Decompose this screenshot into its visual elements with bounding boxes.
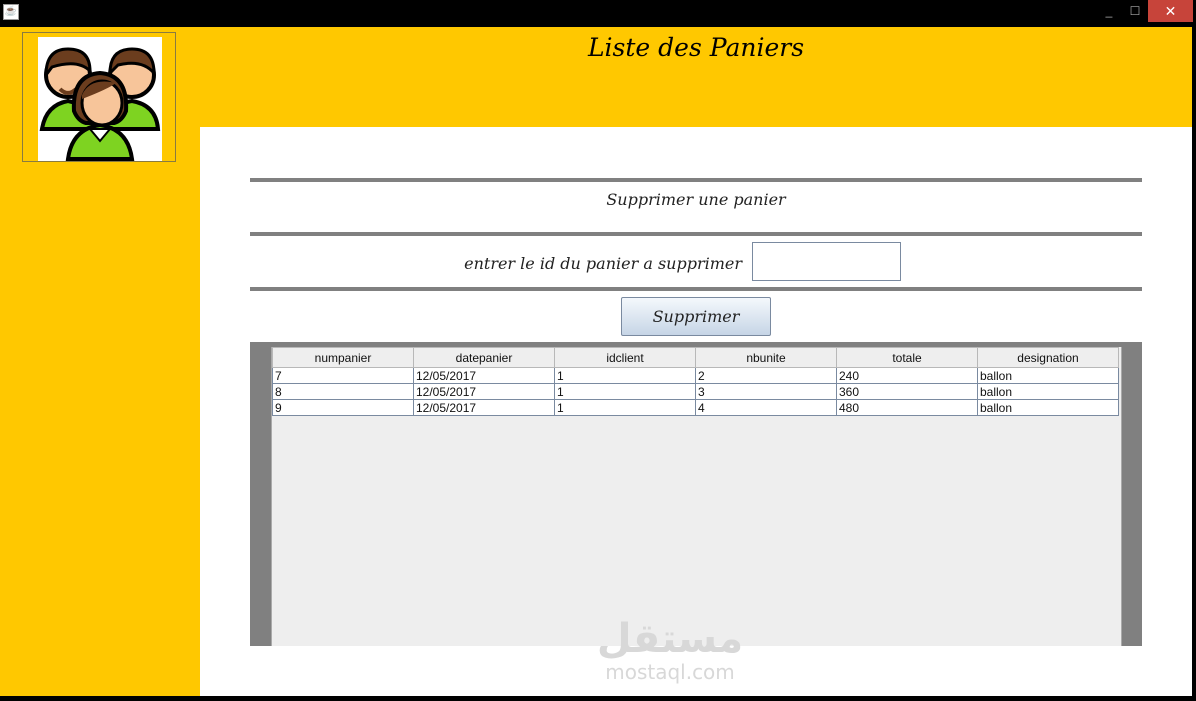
cell-designation[interactable]: ballon [977,367,1119,384]
column-header-designation[interactable]: designation [977,347,1119,368]
cell-designation[interactable]: ballon [977,383,1119,400]
cell-datepanier[interactable]: 12/05/2017 [413,399,555,416]
window-titlebar: ☕ _ ☐ ✕ [0,0,1196,27]
cell-datepanier[interactable]: 12/05/2017 [413,367,555,384]
column-header-datepanier[interactable]: datepanier [413,347,555,368]
table-viewport[interactable]: numpanier datepanier idclient nbunite to… [271,347,1122,646]
table-scroll-panel: numpanier datepanier idclient nbunite to… [250,342,1142,646]
column-header-nbunite[interactable]: nbunite [695,347,837,368]
java-icon[interactable]: ☕ [3,4,19,20]
cell-totale[interactable]: 240 [836,367,978,384]
cell-totale[interactable]: 480 [836,399,978,416]
cell-idclient[interactable]: 1 [554,383,696,400]
users-group-icon [38,37,162,161]
table-header-row: numpanier datepanier idclient nbunite to… [272,347,1119,368]
cell-totale[interactable]: 360 [836,383,978,400]
paniers-table: numpanier datepanier idclient nbunite to… [272,347,1119,416]
table-row[interactable]: 9 12/05/2017 1 4 480 ballon [272,399,1119,416]
cell-nbunite[interactable]: 3 [695,383,837,400]
logo-frame [22,32,176,162]
cell-numpanier[interactable]: 8 [272,383,414,400]
close-button[interactable]: ✕ [1148,0,1193,22]
page-title: Liste des Paniers [587,33,805,62]
delete-button[interactable]: Supprimer [621,297,771,336]
cell-nbunite[interactable]: 4 [695,399,837,416]
panier-id-input[interactable] [752,242,901,281]
column-header-idclient[interactable]: idclient [554,347,696,368]
table-row[interactable]: 7 12/05/2017 1 2 240 ballon [272,367,1119,384]
cell-datepanier[interactable]: 12/05/2017 [413,383,555,400]
separator-bottom [250,287,1142,291]
cell-numpanier[interactable]: 7 [272,367,414,384]
column-header-totale[interactable]: totale [836,347,978,368]
cell-idclient[interactable]: 1 [554,399,696,416]
cell-nbunite[interactable]: 2 [695,367,837,384]
cell-numpanier[interactable]: 9 [272,399,414,416]
separator-top [250,178,1142,182]
main-frame: Liste des Paniers Supprimer une panier e… [0,27,1192,696]
table-row[interactable]: 8 12/05/2017 1 3 360 ballon [272,383,1119,400]
minimize-button[interactable]: _ [1096,0,1122,22]
id-input-label: entrer le id du panier a supprimer [464,254,742,273]
maximize-button[interactable]: ☐ [1122,0,1148,22]
cell-idclient[interactable]: 1 [554,367,696,384]
cell-designation[interactable]: ballon [977,399,1119,416]
column-header-numpanier[interactable]: numpanier [272,347,414,368]
delete-section-heading: Supprimer une panier [606,190,786,209]
separator-middle [250,232,1142,236]
content-panel: Supprimer une panier entrer le id du pan… [200,127,1192,696]
watermark-latin: mostaql.com [605,660,735,684]
